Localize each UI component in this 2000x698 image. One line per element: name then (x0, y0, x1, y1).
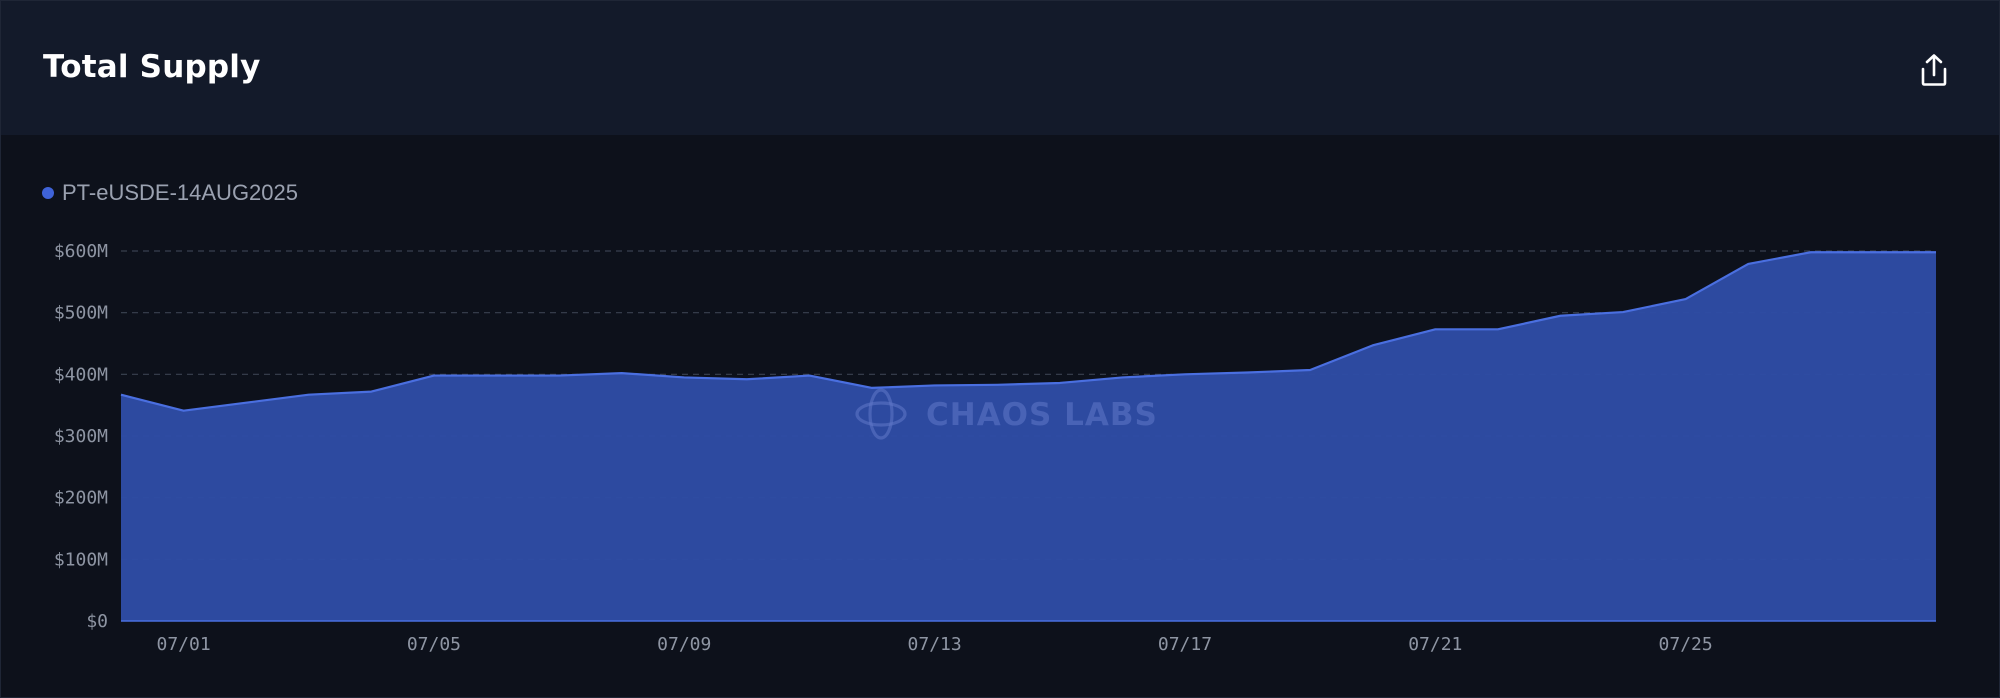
x-tick-label: 07/13 (908, 634, 962, 655)
y-tick-label: $200M (54, 488, 108, 509)
y-tick-label: $300M (54, 426, 108, 447)
x-tick-label: 07/25 (1659, 634, 1713, 655)
y-tick-label: $400M (54, 364, 108, 385)
y-tick-label: $0 (86, 611, 108, 632)
supply-area-chart: CHAOS LABS $0 $100M $200M $300M $400M $500M $6… (54, 241, 1937, 655)
x-tick-label: 07/21 (1408, 634, 1462, 655)
watermark-text: CHAOS LABS (926, 397, 1158, 433)
y-tick-label: $500M (54, 303, 108, 324)
series-area-fill (121, 252, 1936, 621)
y-tick-label: $600M (54, 241, 108, 262)
x-tick-label: 07/09 (657, 634, 711, 655)
x-tick-label: 07/05 (407, 634, 461, 655)
y-tick-label: $100M (54, 549, 108, 570)
x-tick-label: 07/17 (1158, 634, 1212, 655)
y-axis: $0 $100M $200M $300M $400M $500M $600M (54, 241, 108, 632)
series-area (120, 251, 1937, 622)
x-axis: 07/01 07/05 07/09 07/13 07/17 07/21 07/25 (156, 634, 1712, 655)
x-tick-label: 07/01 (156, 634, 210, 655)
